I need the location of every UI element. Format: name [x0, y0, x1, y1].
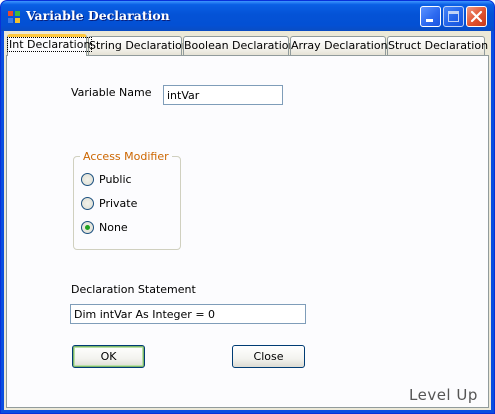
declaration-statement-input[interactable]: [70, 304, 306, 324]
title-bar[interactable]: Variable Declaration: [1, 1, 494, 31]
tab-label: Int Declaration: [6, 37, 93, 52]
variable-name-input[interactable]: [163, 85, 283, 105]
maximize-icon: [448, 11, 459, 22]
declaration-statement-label: Declaration Statement: [71, 283, 196, 296]
client-area: Int Declaration String Declaration Boole…: [4, 31, 491, 410]
close-window-button[interactable]: [466, 6, 487, 27]
radio-label: None: [99, 221, 128, 234]
tab-label: String Declaration: [89, 39, 189, 52]
tab-label: Struct Declaration: [388, 39, 489, 52]
access-modifier-title: Access Modifier: [80, 150, 172, 163]
radio-button-icon: [81, 173, 94, 186]
tab-page-int-declaration: Variable Name Access Modifier Public Pri…: [6, 55, 489, 408]
tab-int-declaration[interactable]: Int Declaration: [6, 34, 93, 56]
radio-button-checked-icon: [81, 221, 94, 234]
radio-public[interactable]: Public: [81, 172, 161, 188]
minimize-icon: [426, 19, 433, 22]
close-icon: [470, 10, 483, 23]
tab-label: Boolean Declaration: [184, 39, 296, 52]
minimize-button[interactable]: [420, 6, 441, 27]
window-title: Variable Declaration: [26, 8, 170, 23]
close-button[interactable]: Close: [232, 345, 305, 368]
app-window-icon: [7, 9, 21, 23]
app-window: Variable Declaration Int Declaration Str…: [0, 0, 495, 414]
variable-name-label: Variable Name: [71, 86, 152, 99]
radio-none[interactable]: None: [81, 220, 161, 236]
tab-boolean-declaration[interactable]: Boolean Declaration: [183, 36, 295, 55]
tab-label: Array Declaration: [291, 39, 388, 52]
ok-button[interactable]: OK: [72, 345, 145, 368]
maximize-button[interactable]: [443, 6, 464, 27]
watermark-text: Level Up: [409, 386, 478, 404]
radio-label: Private: [99, 197, 138, 210]
radio-button-icon: [81, 197, 94, 210]
tab-array-declaration[interactable]: Array Declaration: [290, 36, 388, 55]
radio-private[interactable]: Private: [81, 196, 161, 212]
tab-string-declaration[interactable]: String Declaration: [88, 36, 189, 55]
radio-label: Public: [99, 173, 132, 186]
tab-struct-declaration[interactable]: Struct Declaration: [387, 36, 489, 55]
